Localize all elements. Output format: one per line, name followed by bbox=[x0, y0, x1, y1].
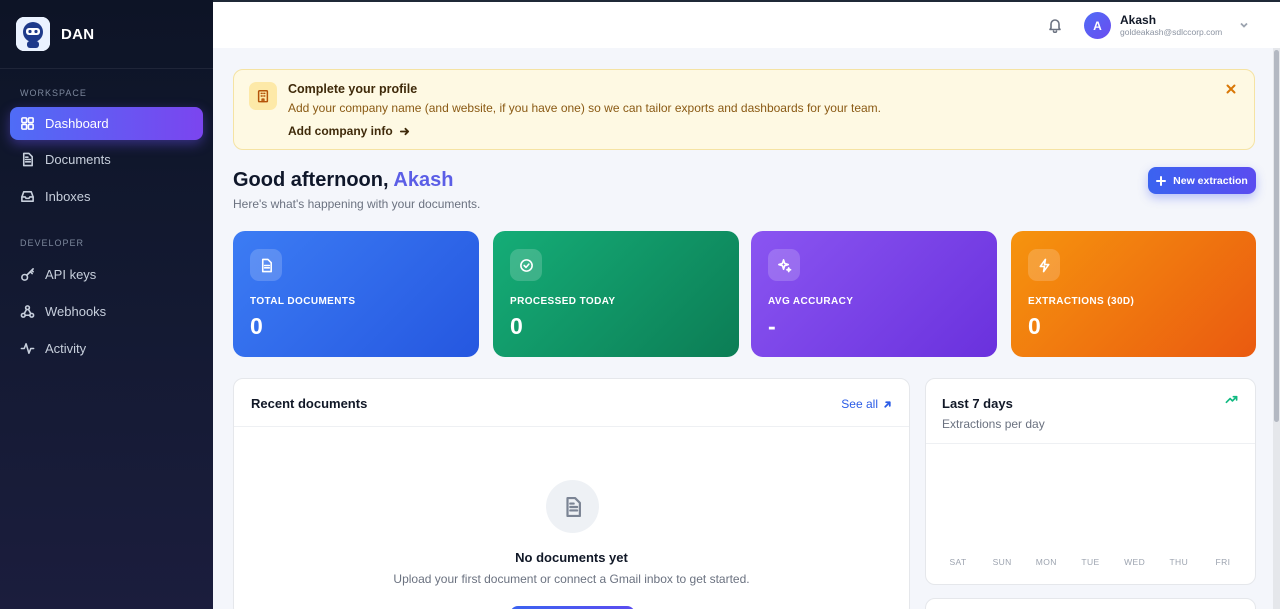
notifications-bell-icon[interactable] bbox=[1047, 17, 1063, 34]
stat-value: 0 bbox=[510, 313, 523, 339]
empty-state-text: Upload your first document or connect a … bbox=[393, 572, 750, 586]
building-icon bbox=[249, 82, 277, 110]
see-all-link[interactable]: See all bbox=[841, 397, 892, 411]
sidebar-item-api-keys[interactable]: API keys bbox=[10, 257, 203, 292]
profile-banner: Complete your profile Add your company n… bbox=[233, 69, 1255, 150]
sidebar-item-activity[interactable]: Activity bbox=[10, 331, 203, 366]
banner-title: Complete your profile bbox=[288, 82, 418, 96]
recent-documents-header: Recent documents See all bbox=[234, 379, 909, 427]
add-company-info-label: Add company info bbox=[288, 124, 393, 138]
last-7-days-panel: Last 7 days Extractions per day SAT SUN … bbox=[925, 378, 1256, 585]
workspace-section-label: WORKSPACE bbox=[20, 88, 87, 98]
inbox-icon bbox=[21, 191, 34, 202]
empty-document-icon bbox=[546, 480, 599, 533]
recent-documents-panel: Recent documents See all No documents ye… bbox=[233, 378, 910, 609]
day-label: THU bbox=[1169, 557, 1189, 567]
day-axis: SAT SUN MON TUE WED THU FRI bbox=[940, 557, 1241, 567]
last-7-days-title: Last 7 days bbox=[942, 396, 1013, 411]
lightning-icon bbox=[1028, 249, 1060, 281]
sidebar-item-label: Webhooks bbox=[45, 304, 107, 319]
sidebar-item-documents[interactable]: Documents bbox=[10, 142, 203, 177]
new-extraction-button[interactable]: New extraction bbox=[1148, 167, 1256, 194]
topbar: A Akash goldeakash@sdlccorp.com bbox=[213, 0, 1280, 48]
page-scrollbar[interactable] bbox=[1273, 48, 1280, 609]
sidebar-item-label: Documents bbox=[45, 152, 111, 167]
empty-state-title: No documents yet bbox=[515, 550, 628, 565]
sidebar-item-label: Activity bbox=[45, 341, 87, 356]
document-icon bbox=[22, 152, 33, 167]
scrollbar-thumb[interactable] bbox=[1274, 50, 1279, 422]
key-icon bbox=[21, 268, 34, 281]
secondary-panel bbox=[925, 598, 1256, 609]
brand-name: DAN bbox=[61, 25, 95, 43]
divider bbox=[926, 443, 1255, 444]
sparkles-icon bbox=[768, 249, 800, 281]
day-label: MON bbox=[1035, 557, 1057, 567]
recent-documents-title: Recent documents bbox=[251, 396, 368, 411]
last-7-days-subtitle: Extractions per day bbox=[942, 417, 1045, 431]
stat-label: AVG ACCURACY bbox=[768, 296, 854, 307]
day-label: SAT bbox=[949, 557, 967, 567]
sidebar-item-webhooks[interactable]: Webhooks bbox=[10, 294, 203, 329]
sidebar: DAN WORKSPACE Dashboard Documents Inboxe… bbox=[0, 0, 213, 609]
stat-card-total-documents: TOTAL DOCUMENTS 0 bbox=[233, 231, 479, 357]
greeting-name: Akash bbox=[393, 169, 454, 191]
chevron-down-icon bbox=[1239, 17, 1249, 35]
page-title: Good afternoon, Akash bbox=[233, 169, 453, 192]
user-email: goldeakash@sdlccorp.com bbox=[1120, 27, 1223, 37]
day-label: WED bbox=[1124, 557, 1146, 567]
developer-section-label: DEVELOPER bbox=[20, 238, 85, 248]
day-label: TUE bbox=[1081, 557, 1100, 567]
sidebar-item-inboxes[interactable]: Inboxes bbox=[10, 179, 203, 214]
new-extraction-label: New extraction bbox=[1173, 174, 1248, 187]
stat-card-extractions-30d: EXTRACTIONS (30D) 0 bbox=[1011, 231, 1256, 357]
sidebar-item-label: API keys bbox=[45, 267, 97, 282]
activity-icon bbox=[20, 343, 35, 354]
close-icon[interactable] bbox=[1226, 81, 1236, 99]
brand[interactable]: DAN bbox=[0, 0, 213, 69]
banner-text: Add your company name (and website, if y… bbox=[288, 101, 881, 115]
greeting-prefix: Good afternoon, bbox=[233, 169, 389, 191]
user-name: Akash bbox=[1120, 13, 1157, 27]
arrow-right-icon bbox=[399, 127, 409, 135]
see-all-label: See all bbox=[841, 397, 878, 411]
arrow-up-right-icon bbox=[884, 400, 891, 408]
user-menu[interactable]: A Akash goldeakash@sdlccorp.com bbox=[1084, 12, 1249, 39]
webhook-icon bbox=[20, 305, 35, 318]
stat-value: - bbox=[768, 313, 776, 339]
stat-label: PROCESSED TODAY bbox=[510, 296, 616, 307]
day-label: FRI bbox=[1215, 557, 1231, 567]
stat-card-avg-accuracy: AVG ACCURACY - bbox=[751, 231, 997, 357]
plus-icon bbox=[1156, 175, 1167, 186]
stat-card-processed-today: PROCESSED TODAY 0 bbox=[493, 231, 739, 357]
grid-icon bbox=[21, 117, 34, 130]
stat-label: EXTRACTIONS (30D) bbox=[1028, 296, 1135, 307]
sidebar-item-label: Dashboard bbox=[45, 116, 109, 131]
sidebar-item-label: Inboxes bbox=[45, 189, 91, 204]
document-icon bbox=[250, 249, 282, 281]
brand-logo bbox=[16, 17, 50, 51]
add-company-info-link[interactable]: Add company info bbox=[288, 124, 410, 138]
stat-label: TOTAL DOCUMENTS bbox=[250, 296, 356, 307]
stat-value: 0 bbox=[250, 313, 263, 339]
page-subtitle: Here's what's happening with your docume… bbox=[233, 197, 481, 211]
sidebar-item-dashboard[interactable]: Dashboard bbox=[10, 107, 203, 140]
user-info: Akash goldeakash@sdlccorp.com bbox=[1120, 13, 1222, 38]
trending-up-icon bbox=[1225, 393, 1238, 411]
avatar: A bbox=[1084, 12, 1111, 39]
stat-value: 0 bbox=[1028, 313, 1041, 339]
day-label: SUN bbox=[992, 557, 1012, 567]
check-circle-icon bbox=[510, 249, 542, 281]
